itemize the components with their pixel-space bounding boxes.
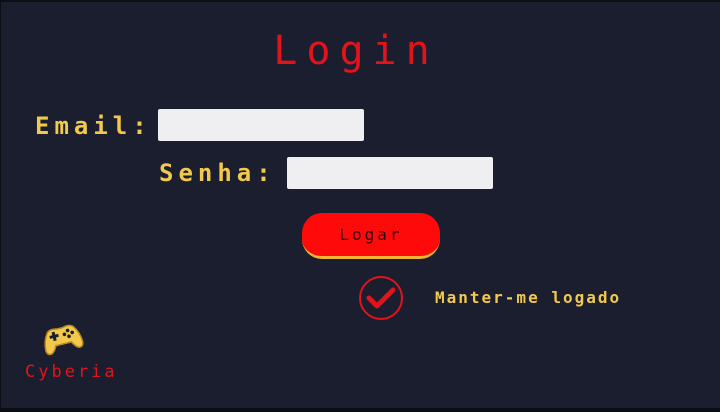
keep-logged-label: Manter-me logado (435, 288, 622, 307)
senha-field[interactable] (287, 157, 493, 189)
gamepad-icon (44, 324, 84, 356)
page-title: Login (273, 28, 439, 74)
brand-name: Cyberia (25, 362, 118, 382)
senha-label: Senha: (159, 159, 276, 187)
login-button[interactable]: Logar (302, 213, 440, 259)
email-label: Email: (35, 112, 152, 140)
keep-logged-checkbox[interactable] (359, 276, 403, 320)
checkmark-icon (366, 287, 396, 309)
email-field[interactable] (158, 109, 364, 141)
login-screen: Login Email: Senha: Logar Manter-me loga… (0, 0, 720, 412)
